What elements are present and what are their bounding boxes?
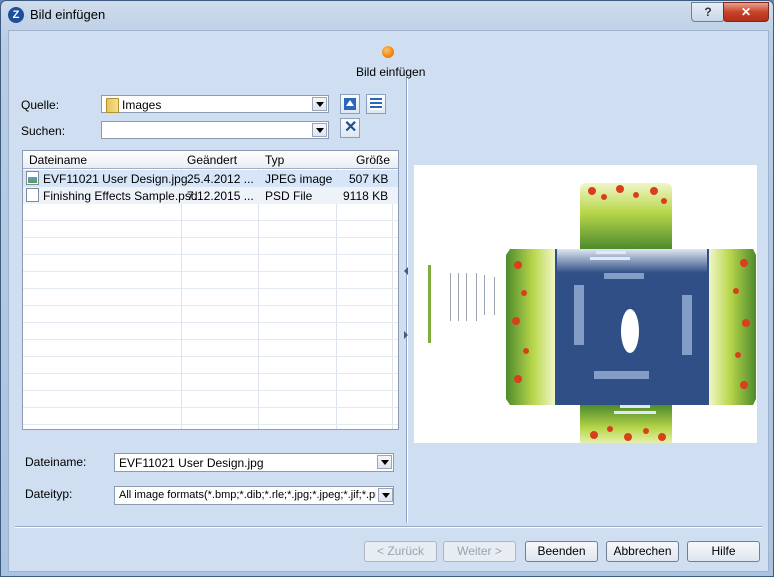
column-header-type[interactable]: Typ bbox=[265, 153, 284, 167]
file-size: 507 KB bbox=[349, 172, 389, 186]
empty-row bbox=[23, 323, 398, 340]
file-list-header: Dateiname Geändert Typ Größe bbox=[23, 151, 398, 169]
panel-splitter[interactable] bbox=[406, 78, 407, 523]
filetype-label: Dateityp: bbox=[25, 487, 73, 501]
chevron-down-icon[interactable] bbox=[312, 97, 327, 111]
document-file-icon bbox=[26, 188, 39, 202]
app-icon: Z bbox=[8, 7, 24, 23]
chevron-down-icon[interactable] bbox=[378, 488, 393, 502]
empty-row bbox=[23, 255, 398, 272]
list-view-icon bbox=[370, 98, 382, 110]
file-list[interactable]: Dateiname Geändert Typ Größe EVF11021 Us… bbox=[22, 150, 399, 430]
source-dropdown[interactable]: Images bbox=[101, 95, 329, 113]
empty-row bbox=[23, 306, 398, 323]
preview-box-net-image bbox=[428, 183, 756, 447]
filename-dropdown[interactable] bbox=[375, 454, 393, 472]
file-row[interactable]: EVF11021 User Design.jpg 25.4.2012 ... J… bbox=[23, 170, 398, 187]
empty-row bbox=[23, 272, 398, 289]
filename-value: EVF11021 User Design.jpg bbox=[119, 456, 264, 470]
step-label: Bild einfügen bbox=[356, 65, 426, 79]
filetype-dropdown[interactable] bbox=[376, 487, 393, 504]
empty-row bbox=[23, 238, 398, 255]
column-header-size[interactable]: Größe bbox=[356, 153, 390, 167]
empty-row bbox=[23, 374, 398, 391]
chevron-down-icon[interactable] bbox=[377, 455, 392, 469]
filetype-select[interactable]: All image formats(*.bmp;*.dib;*.rle;*.jp… bbox=[114, 486, 394, 505]
folder-up-button[interactable] bbox=[340, 94, 360, 114]
column-header-name[interactable]: Dateiname bbox=[29, 153, 87, 167]
clear-search-button[interactable]: ✕ bbox=[340, 118, 360, 138]
filetype-value: All image formats(*.bmp;*.dib;*.rle;*.jp… bbox=[119, 489, 388, 501]
dialog-window: Z Bild einfügen ? ✕ Bild einfügen Quelle… bbox=[0, 0, 774, 577]
file-row[interactable]: Finishing Effects Sample.psd 7.12.2015 .… bbox=[23, 187, 398, 204]
window-title: Bild einfügen bbox=[30, 7, 106, 22]
file-type: PSD File bbox=[265, 189, 313, 203]
source-value: Images bbox=[122, 98, 162, 112]
empty-row bbox=[23, 391, 398, 408]
next-button[interactable]: Weiter > bbox=[443, 541, 516, 562]
collapse-left-icon[interactable] bbox=[404, 267, 408, 275]
file-modified: 7.12.2015 ... bbox=[187, 189, 254, 203]
source-label: Quelle: bbox=[21, 98, 60, 112]
collapse-right-icon[interactable] bbox=[404, 331, 408, 339]
file-size: 9118 KB bbox=[343, 189, 389, 203]
chevron-down-icon[interactable] bbox=[312, 123, 327, 137]
back-button[interactable]: < Zurück bbox=[364, 541, 437, 562]
file-modified: 25.4.2012 ... bbox=[187, 172, 254, 186]
file-type: JPEG image bbox=[265, 172, 333, 186]
search-dropdown[interactable] bbox=[101, 121, 329, 139]
filename-input[interactable]: EVF11021 User Design.jpg bbox=[114, 453, 394, 472]
step-indicator-icon bbox=[382, 46, 394, 58]
folder-icon bbox=[106, 98, 119, 113]
empty-row bbox=[23, 204, 398, 221]
title-bar: Z Bild einfügen ? ✕ bbox=[1, 1, 773, 29]
dialog-body: Bild einfügen Quelle: Images Suchen: ✕ D… bbox=[8, 30, 769, 572]
image-file-icon bbox=[26, 171, 39, 185]
filename-label: Dateiname: bbox=[25, 455, 87, 469]
finish-button[interactable]: Beenden bbox=[525, 541, 598, 562]
clear-icon: ✕ bbox=[344, 119, 358, 136]
empty-row bbox=[23, 357, 398, 374]
search-label: Suchen: bbox=[21, 124, 66, 138]
view-list-button[interactable] bbox=[366, 94, 386, 114]
empty-row bbox=[23, 221, 398, 238]
title-help-button[interactable]: ? bbox=[691, 2, 725, 22]
footer-separator bbox=[15, 526, 762, 527]
help-button[interactable]: Hilfe bbox=[687, 541, 760, 562]
column-header-modified[interactable]: Geändert bbox=[187, 153, 237, 167]
image-preview bbox=[414, 165, 757, 447]
close-button[interactable]: ✕ bbox=[723, 2, 769, 22]
file-name: Finishing Effects Sample.psd bbox=[43, 189, 198, 203]
arrow-up-icon bbox=[344, 98, 356, 110]
file-name: EVF11021 User Design.jpg bbox=[43, 172, 188, 186]
empty-row bbox=[23, 340, 398, 357]
empty-row bbox=[23, 289, 398, 306]
empty-row bbox=[23, 408, 398, 425]
cancel-button[interactable]: Abbrechen bbox=[606, 541, 679, 562]
